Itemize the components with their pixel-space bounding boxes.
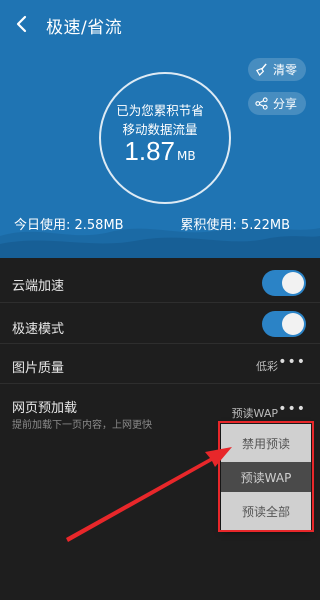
saved-amount: 1.87 MB — [0, 136, 320, 167]
stats-header: 极速/省流 清零 分享 已为您累积节省 移动数据流量 1.87 MB 今日使用: … — [0, 0, 320, 258]
image-quality-more-icon[interactable]: ••• — [278, 354, 306, 370]
setting-image-quality[interactable]: 图片质量 低彩 ••• — [0, 344, 320, 384]
saved-unit: MB — [177, 149, 196, 163]
speed-mode-toggle[interactable] — [262, 311, 306, 337]
setting-speed-mode[interactable]: 极速模式 — [0, 303, 320, 344]
total-usage: 累积使用: 5.22MB — [180, 218, 290, 233]
preload-more-icon[interactable]: ••• — [278, 401, 306, 417]
image-quality-label: 图片质量 — [12, 361, 65, 376]
toggle-knob — [282, 313, 304, 335]
highlight-box — [218, 421, 314, 532]
cloud-accel-toggle[interactable] — [262, 270, 306, 296]
toggle-knob — [282, 272, 304, 294]
clear-button[interactable]: 清零 — [247, 58, 306, 81]
speed-mode-label: 极速模式 — [12, 322, 65, 337]
page-title: 极速/省流 — [46, 18, 123, 38]
image-quality-value: 低彩 — [256, 360, 278, 373]
today-usage: 今日使用: 2.58MB — [14, 218, 124, 233]
preload-description: 提前加载下一页内容，上网更快 — [12, 420, 152, 431]
broom-icon — [255, 63, 269, 77]
setting-cloud-accel[interactable]: 云端加速 — [0, 258, 320, 303]
preload-value: 预读WAP — [231, 407, 278, 420]
clear-label: 清零 — [272, 63, 297, 77]
saved-value: 1.87 — [124, 136, 175, 166]
top-bar: 极速/省流 — [0, 0, 320, 48]
preload-label: 网页预加载 — [12, 401, 78, 416]
cloud-accel-label: 云端加速 — [12, 279, 65, 294]
savings-caption-1: 已为您累积节省 — [116, 103, 204, 118]
back-arrow-icon[interactable] — [10, 12, 34, 36]
